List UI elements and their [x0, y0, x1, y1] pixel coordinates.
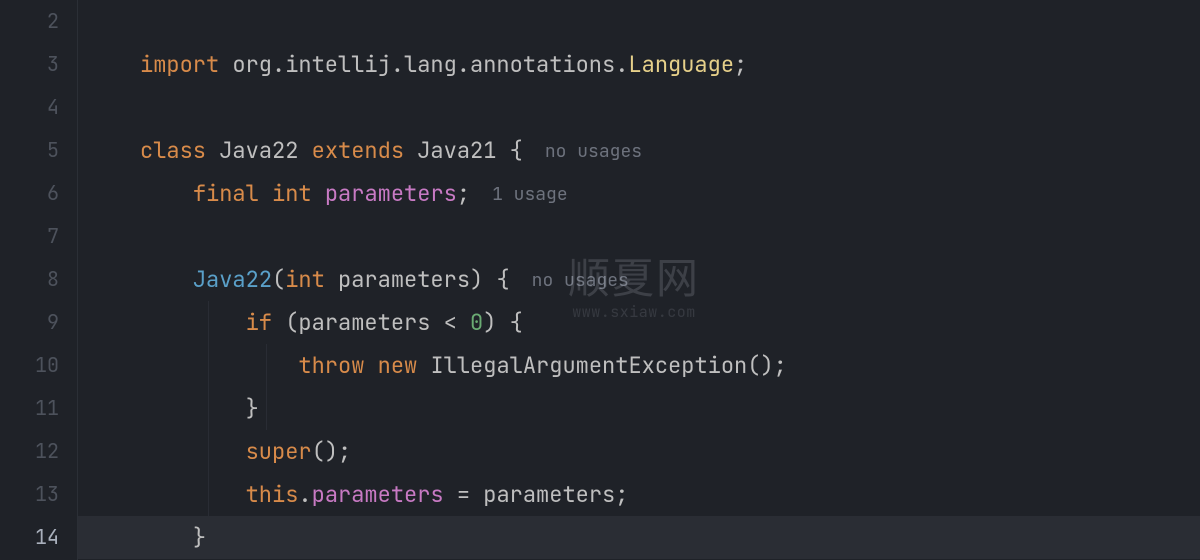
keyword-int: int: [272, 179, 312, 208]
gutter-line-number[interactable]: 3: [0, 43, 77, 86]
semicolon: ;: [338, 437, 351, 466]
gutter-line-number[interactable]: 9: [0, 301, 77, 344]
brace-close: }: [246, 394, 259, 423]
keyword-import: import: [140, 50, 219, 79]
code-line[interactable]: import org.intellij.lang.annotations.Lan…: [140, 43, 1200, 86]
keyword-final: final: [193, 179, 259, 208]
field-ref: parameters: [312, 480, 444, 509]
gutter-line-number[interactable]: 2: [0, 0, 77, 43]
code-area[interactable]: 顺夏网 www.sxiaw.com import org.intellij.la…: [78, 0, 1200, 560]
paren-close: ): [760, 351, 773, 380]
import-package: org.intellij.lang.annotations.: [232, 50, 628, 79]
paren-close: ): [470, 265, 483, 294]
code-line[interactable]: Java22(int parameters) { no usages: [140, 258, 1200, 301]
inlay-hint-usages[interactable]: no usages: [545, 140, 642, 163]
code-line[interactable]: final int parameters; 1 usage: [140, 172, 1200, 215]
keyword-this: this: [246, 480, 299, 509]
gutter-line-number[interactable]: 11: [0, 387, 77, 430]
code-line[interactable]: }: [140, 387, 1200, 430]
gutter-line-number[interactable]: 10: [0, 344, 77, 387]
code-line[interactable]: [140, 86, 1200, 129]
paren-open: (: [312, 437, 325, 466]
semicolon: ;: [774, 351, 787, 380]
keyword-if: if: [246, 308, 272, 337]
code-line[interactable]: class Java22 extends Java21 { no usages: [140, 129, 1200, 172]
class-name: Java22: [219, 136, 298, 165]
field-name: parameters: [325, 179, 457, 208]
code-editor[interactable]: 2 3 4 5 6 7 8 9 10 11 12 13 14 顺夏网 www.s…: [0, 0, 1200, 560]
identifier: parameters: [298, 308, 430, 337]
inlay-hint-usages[interactable]: no usages: [532, 269, 629, 292]
paren-close: ): [325, 437, 338, 466]
code-lines[interactable]: import org.intellij.lang.annotations.Lan…: [78, 0, 1200, 559]
gutter-line-number[interactable]: 4: [0, 86, 77, 129]
gutter: 2 3 4 5 6 7 8 9 10 11 12 13 14: [0, 0, 78, 560]
code-line[interactable]: if (parameters < 0) {: [140, 301, 1200, 344]
gutter-line-number[interactable]: 5: [0, 129, 77, 172]
semicolon: ;: [734, 50, 747, 79]
constructor-name: Java22: [193, 265, 272, 294]
keyword-extends: extends: [312, 136, 404, 165]
gutter-line-number[interactable]: 12: [0, 430, 77, 473]
keyword-class: class: [140, 136, 206, 165]
code-line[interactable]: [140, 0, 1200, 43]
code-line[interactable]: this.parameters = parameters;: [140, 473, 1200, 516]
gutter-line-number[interactable]: 7: [0, 215, 77, 258]
brace-open: {: [510, 136, 523, 165]
dot: .: [298, 480, 311, 509]
gutter-line-number-current[interactable]: 14: [0, 516, 77, 559]
import-class: Language: [628, 50, 734, 79]
paren-close: ): [483, 308, 496, 337]
super-class-name: Java21: [417, 136, 496, 165]
number-literal: 0: [470, 308, 483, 337]
param-name: parameters: [338, 265, 470, 294]
brace-close: }: [193, 523, 206, 552]
brace-open: {: [510, 308, 523, 337]
keyword-new: new: [378, 351, 418, 380]
inlay-hint-usages[interactable]: 1 usage: [492, 183, 568, 206]
keyword-super: super: [246, 437, 312, 466]
code-line[interactable]: throw new IllegalArgumentException();: [140, 344, 1200, 387]
code-line[interactable]: super();: [140, 430, 1200, 473]
gutter-line-number[interactable]: 13: [0, 473, 77, 516]
exception-class: IllegalArgumentException: [430, 351, 747, 380]
paren-open: (: [747, 351, 760, 380]
gutter-line-number[interactable]: 6: [0, 172, 77, 215]
code-line[interactable]: [140, 215, 1200, 258]
semicolon: ;: [457, 179, 470, 208]
paren-open: (: [272, 265, 285, 294]
identifier: parameters: [483, 480, 615, 509]
gutter-line-number[interactable]: 8: [0, 258, 77, 301]
code-line-current[interactable]: }: [140, 516, 1200, 559]
operator-eq: =: [457, 480, 470, 509]
semicolon: ;: [615, 480, 628, 509]
brace-open: {: [496, 265, 509, 294]
keyword-throw: throw: [298, 351, 364, 380]
paren-open: (: [285, 308, 298, 337]
keyword-int: int: [285, 265, 325, 294]
operator-lt: <: [444, 308, 457, 337]
